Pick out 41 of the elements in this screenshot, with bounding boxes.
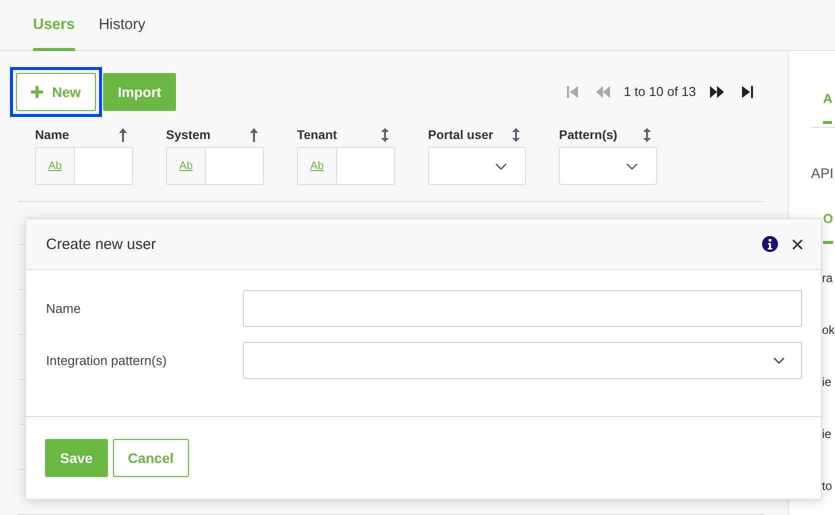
page-range: 1 to 10 of 13 [624,84,696,99]
field-label: Integration pattern(s) [46,353,168,368]
panel-item: ie [822,427,832,443]
tab[interactable]: History [98,0,146,51]
field-label: Name [46,301,82,316]
up-down-arrow-icon[interactable] [643,128,651,142]
plus-icon [31,86,43,98]
chevron-down-icon [626,162,638,170]
close-icon[interactable] [792,238,803,250]
match-mode-toggle[interactable]: Ab [166,147,206,185]
column-header[interactable]: System [166,128,210,142]
next-page-button[interactable] [708,84,726,100]
filter-field[interactable] [206,147,264,185]
panel-tab[interactable]: A [823,91,832,124]
save-button[interactable]: Save [45,439,108,477]
column-header[interactable]: Portal user [428,128,494,142]
info-icon[interactable] [762,236,778,252]
dialog-title: Create new user [46,236,156,252]
new-button[interactable]: New [16,72,96,110]
up-arrow-icon[interactable] [250,128,258,142]
tab[interactable]: Users [33,0,75,51]
import-button[interactable]: Import [102,72,176,110]
column-header[interactable]: Name [35,128,70,142]
panel-item: ie [822,375,832,391]
column-header[interactable]: Tenant [297,128,338,142]
cancel-button[interactable]: Cancel [112,439,189,477]
panel-item: ok [822,323,835,339]
up-arrow-icon[interactable] [119,128,127,142]
up-down-arrow-icon[interactable] [381,128,389,142]
column-header[interactable]: Pattern(s) [559,128,618,142]
name-field[interactable] [243,290,802,327]
chevron-down-icon [495,162,507,170]
up-down-arrow-icon[interactable] [512,128,520,142]
chevron-down-icon [773,357,785,364]
panel-item: ra [822,271,834,287]
match-mode-toggle[interactable]: Ab [35,147,75,185]
panel-item: to [822,479,834,495]
match-mode-toggle[interactable]: Ab [297,147,337,185]
filter-field[interactable] [75,147,133,185]
panel-text: API [811,165,835,181]
filter-field[interactable] [337,147,395,185]
